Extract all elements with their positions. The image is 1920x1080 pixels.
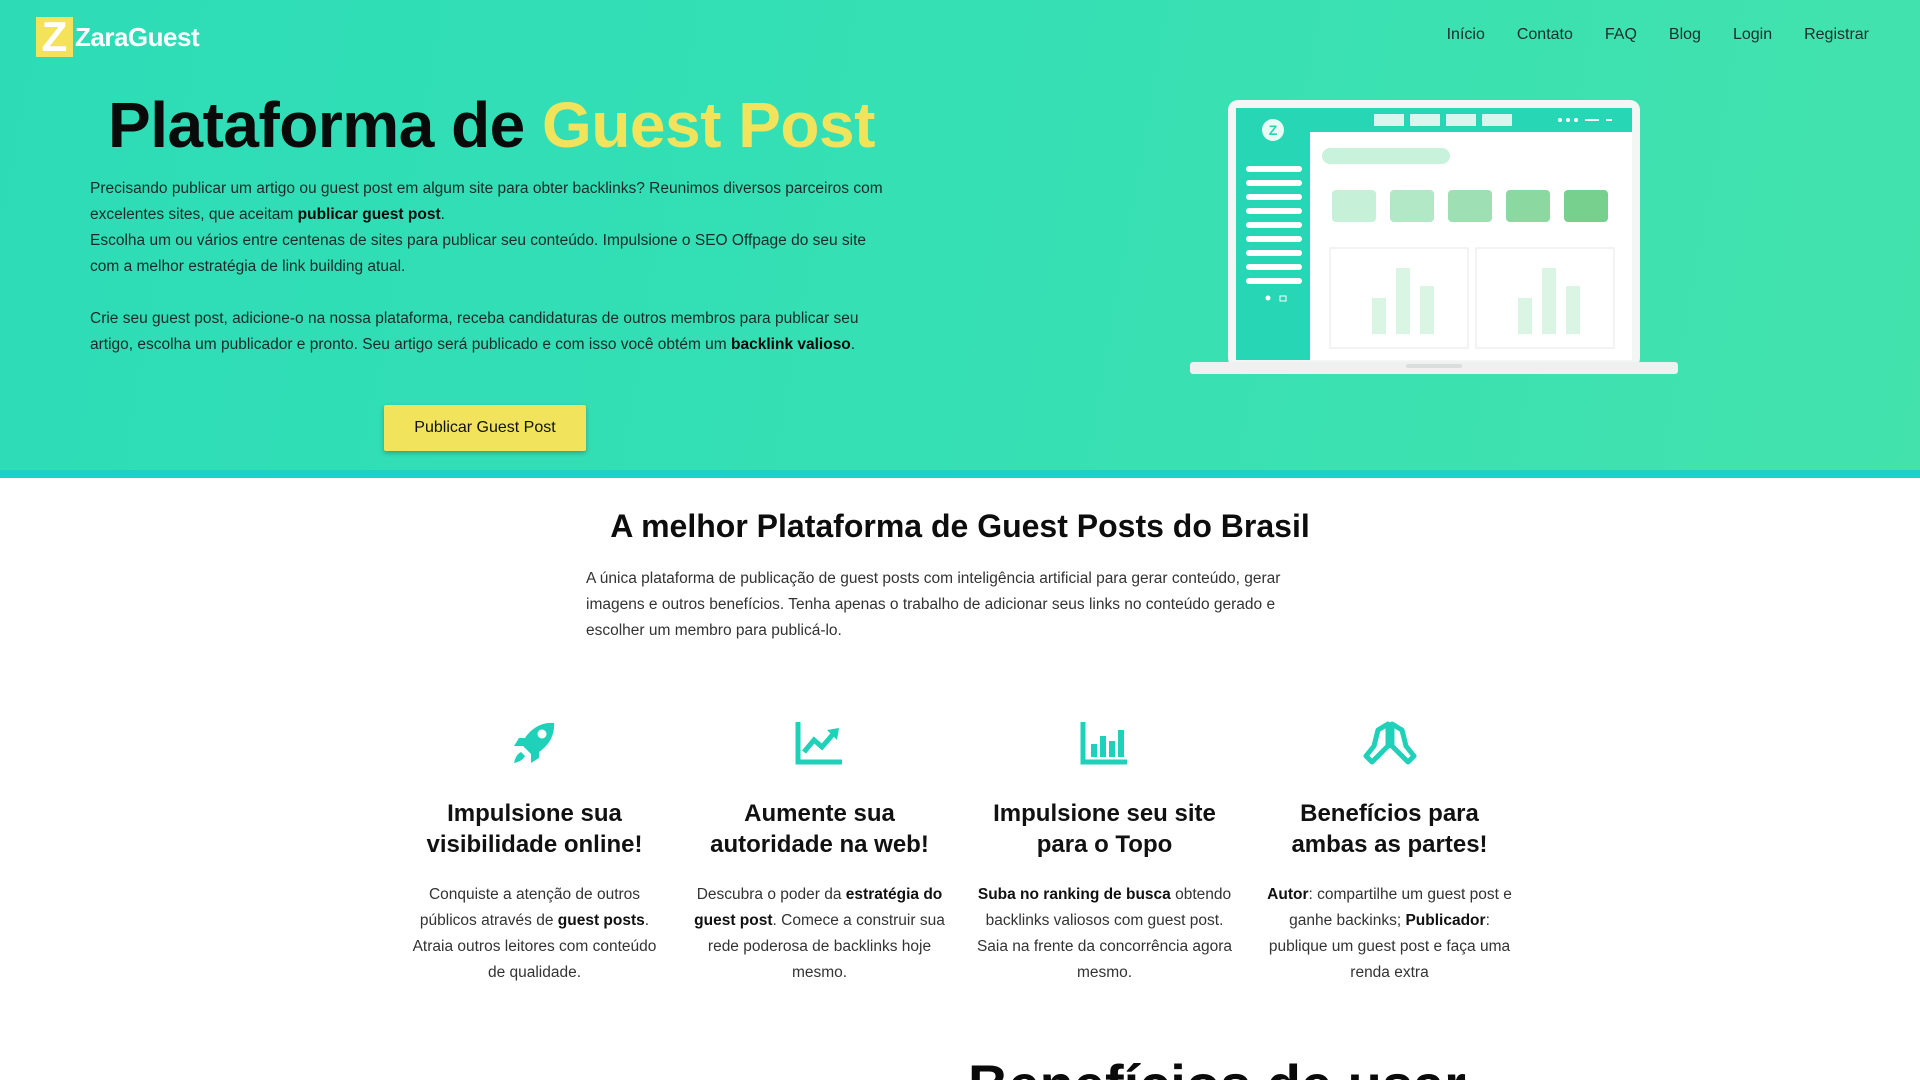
publish-guest-post-button[interactable]: Publicar Guest Post <box>384 405 586 451</box>
feature-benefits-publisher-label: Publicador <box>1405 912 1486 929</box>
feature-benefits-title-line1: Benefícios para <box>1300 800 1479 827</box>
feature-visibility-text: Conquiste a atenção de outros públicos a… <box>404 882 665 986</box>
nav-registrar[interactable]: Registrar <box>1804 26 1869 44</box>
feature-authority-title-line1: Aumente sua <box>744 800 895 827</box>
hero-paragraph-2: Crie seu guest post, adicione-o na nossa… <box>90 306 890 358</box>
dashboard-card-2 <box>1390 190 1434 222</box>
feature-visibility-title: Impulsione sua visibilidade online! <box>404 798 665 860</box>
brand-name: ZaraGuest <box>75 21 200 52</box>
hero-title-accent: Guest Post <box>542 89 875 161</box>
section-title: A melhor Plataforma de Guest Posts do Br… <box>610 508 1310 544</box>
feature-benefits: Benefícios para ambas as partes! Autor: c… <box>1247 716 1532 986</box>
nav-inicio[interactable]: Início <box>1447 26 1485 44</box>
nav-faq[interactable]: FAQ <box>1605 26 1637 44</box>
feature-benefits-author-label: Autor <box>1267 886 1309 903</box>
dashboard-card-4 <box>1506 190 1550 222</box>
dashboard-search-pill <box>1322 148 1450 164</box>
hero-paragraph-1: Precisando publicar um artigo ou guest p… <box>90 176 890 280</box>
hero-p1-end: . <box>440 206 445 223</box>
hero-p2-end: . <box>850 336 856 353</box>
feature-benefits-title-line2: ambas as partes! <box>1291 831 1488 858</box>
logo-mark-icon: Z <box>36 16 73 58</box>
dashboard-sidebar <box>1236 108 1310 360</box>
feature-visibility: Impulsione sua visibilidade online! Conqu… <box>392 716 677 986</box>
features-grid: Impulsione sua visibilidade online! Conqu… <box>392 716 1532 986</box>
dashboard-user-icon <box>1265 295 1271 301</box>
praying-hands-icon <box>1259 716 1520 776</box>
section-description: A única plataforma de publicação de gues… <box>586 570 1281 639</box>
dashboard-laptop-illustration: Z <box>1190 100 1678 374</box>
feature-ranking-text: Suba no ranking de busca obtendo backlin… <box>974 882 1235 986</box>
feature-visibility-title-line2: visibilidade online! <box>426 831 643 858</box>
hero-title-main: Plataforma de <box>108 89 543 161</box>
hero-divider <box>0 470 1920 478</box>
feature-authority-text-a: Descubra o poder da <box>696 886 846 903</box>
feature-benefits-text: Autor: compartilhe um guest post e ganhe… <box>1259 882 1520 986</box>
feature-authority: Aumente sua autoridade na web! Descubra o… <box>677 716 962 986</box>
feature-ranking-title: Impulsione seu site para o Topo <box>974 798 1235 860</box>
dashboard-logo-letter: Z <box>1269 122 1278 138</box>
feature-visibility-title-line1: Impulsione sua <box>447 800 622 827</box>
dashboard-card-1 <box>1332 190 1376 222</box>
rocket-icon <box>404 716 665 776</box>
dashboard-menu-lines <box>1246 166 1302 284</box>
feature-ranking-title-line2: para o Topo <box>1036 831 1173 858</box>
bar-chart-icon <box>974 716 1235 776</box>
hero-p2-bold: backlink valioso <box>731 336 851 353</box>
feature-benefits-title: Benefícios para ambas as partes! <box>1259 798 1520 860</box>
hero-p1-second-line: Escolha um ou vários entre centenas de s… <box>90 232 867 275</box>
feature-ranking-text-bold: Suba no ranking de busca <box>977 886 1171 903</box>
laptop-trackpad-notch <box>1406 364 1462 368</box>
feature-authority-title-line2: autoridade na web! <box>710 831 929 858</box>
feature-authority-text: Descubra o poder da estratégia do guest … <box>689 882 950 986</box>
hero-p1-text: Precisando publicar um artigo ou guest p… <box>90 180 883 223</box>
feature-visibility-text-bold: guest posts <box>557 912 645 929</box>
top-nav: Início Contato FAQ Blog Login Registrar <box>1415 26 1869 44</box>
nav-contato[interactable]: Contato <box>1517 26 1573 44</box>
nav-login[interactable]: Login <box>1733 26 1772 44</box>
trend-up-icon <box>689 716 950 776</box>
hero-p1-bold: publicar guest post <box>297 206 441 223</box>
feature-ranking-title-line1: Impulsione seu site <box>993 800 1216 827</box>
brand-logo[interactable]: Z ZaraGuest <box>36 16 200 58</box>
feature-authority-title: Aumente sua autoridade na web! <box>689 798 950 860</box>
hero-title: Plataforma de Guest Post <box>108 88 875 162</box>
hero-intro: Precisando publicar um artigo ou guest p… <box>90 176 890 384</box>
dashboard-card-3 <box>1448 190 1492 222</box>
next-section-title: Benefícios de usar <box>968 1052 1466 1080</box>
feature-ranking: Impulsione seu site para o Topo Suba no r… <box>962 716 1247 986</box>
dashboard-card-5 <box>1564 190 1608 222</box>
nav-blog[interactable]: Blog <box>1669 26 1701 44</box>
